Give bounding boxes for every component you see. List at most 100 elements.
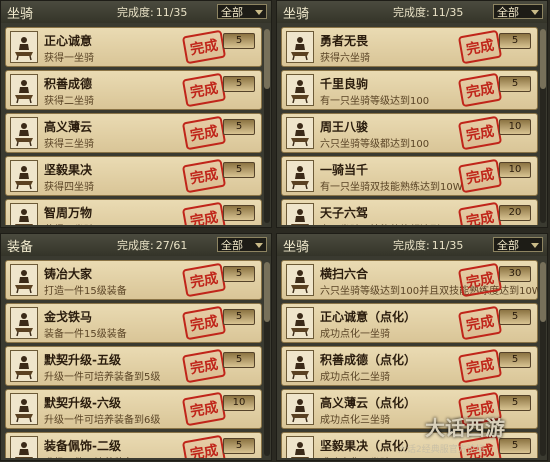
progress-label: 完成度: (117, 6, 154, 19)
achievement-points: 10 (499, 119, 531, 135)
mount-rider-icon (286, 350, 314, 382)
achievement-row[interactable]: 周王八骏 六只坐骑等级都达到100 完成 10 (281, 113, 538, 153)
achievement-row[interactable]: 金戈铁马 装备一件15级装备 完成 5 (5, 303, 262, 343)
achievement-points: 5 (223, 205, 255, 221)
panel-title: 坐骑 (283, 239, 310, 255)
achievement-points: 5 (223, 33, 255, 49)
scrollbar[interactable] (264, 29, 270, 223)
achievement-row[interactable]: 默契升级-五级 升级一件可培养装备到5级 完成 5 (5, 346, 262, 386)
achievement-points: 5 (223, 119, 255, 135)
achievement-points: 5 (499, 395, 531, 411)
scrollbar[interactable] (540, 29, 546, 223)
achievement-name: 千里良驹 (320, 77, 369, 91)
achievement-name: 默契升级-五级 (44, 353, 121, 367)
scrollbar[interactable] (264, 262, 270, 456)
filter-dropdown[interactable]: 全部 (493, 237, 543, 252)
progress-value: 11/35 (431, 238, 464, 252)
mount-rider-icon (286, 264, 314, 296)
completed-stamp: 完成 (181, 391, 227, 427)
achievement-row[interactable]: 正心诚意（点化） 成功点化一坐骑 完成 5 (281, 303, 538, 343)
achievement-row[interactable]: 坚毅果决 获得四坐骑 完成 5 (5, 156, 262, 196)
achievement-desc: 获得五坐骑 (44, 221, 94, 225)
mount-rider-icon (286, 160, 314, 192)
achievement-row[interactable]: 横扫六合 六只坐骑等级达到100并且双技能熟练度达到10W 完成 30 (281, 260, 538, 300)
achievement-desc: 获得二坐骑 (44, 96, 94, 107)
achievement-desc: 成功点化二坐骑 (320, 372, 390, 383)
achievement-row[interactable]: 铸冶大家 打造一件15级装备 完成 5 (5, 260, 262, 300)
achievement-row[interactable]: 积善成德（点化） 成功点化二坐骑 完成 5 (281, 346, 538, 386)
scrollbar-thumb[interactable] (264, 29, 270, 89)
mount-rider-icon (10, 350, 38, 382)
filter-dropdown[interactable]: 全部 (217, 4, 267, 19)
achievement-points: 5 (499, 309, 531, 325)
achievement-row[interactable]: 正心诚意 获得一坐骑 完成 5 (5, 27, 262, 67)
achievement-row[interactable]: 高义薄云 获得三坐骑 完成 5 (5, 113, 262, 153)
achievement-points: 20 (499, 205, 531, 221)
achievement-list: 铸冶大家 打造一件15级装备 完成 5 金戈铁马 装备一件15级装备 完成 5 默契升级-五级升… (5, 260, 262, 458)
progress-label: 完成度: (393, 239, 430, 252)
completed-stamp: 完成 (181, 29, 227, 65)
achievement-row[interactable]: 天子六驾六只坐骑双技能熟练都达到10W完成20 (281, 199, 538, 225)
mount-rider-icon (286, 31, 314, 63)
mount-rider-icon (10, 264, 38, 296)
achievement-name: 默契升级-六级 (44, 396, 121, 410)
progress-value: 27/61 (155, 238, 188, 252)
achievement-desc: 成功点化三坐骑 (320, 415, 390, 426)
completed-stamp: 完成 (181, 158, 227, 194)
scrollbar-thumb[interactable] (540, 29, 546, 89)
achievement-name: 横扫六合 (320, 267, 369, 281)
achievement-row[interactable]: 勇者无畏 获得六坐骑 完成 5 (281, 27, 538, 67)
achievement-name: 积善成德（点化） (320, 353, 417, 367)
achievement-row[interactable]: 默契升级-六级 升级一件可培养装备到6级 完成 10 (5, 389, 262, 429)
mount-rider-icon (286, 393, 314, 425)
achievement-desc: 六只坐骑等级达到100并且双技能熟练度达到10W (320, 286, 538, 297)
watermark-logo: 大话西游 (425, 416, 505, 440)
panel-header: 装备 完成度: 27/61 全部 (1, 234, 271, 256)
achievement-points: 5 (499, 352, 531, 368)
progress-label: 完成度: (117, 239, 154, 252)
achievement-desc: 装备一件15级装备 (44, 329, 127, 340)
achievement-row[interactable]: 积善成德 获得二坐骑 完成 5 (5, 70, 262, 110)
completed-stamp: 完成 (181, 72, 227, 108)
achievement-points: 5 (223, 76, 255, 92)
filter-dropdown[interactable]: 全部 (493, 4, 543, 19)
panel-mount-1: 坐骑 完成度: 11/35 全部 正心诚意 获得一坐骑 完成 5 积善成德 获得二坐骑 完成 5 高义薄… (0, 0, 272, 228)
achievement-name: 坚毅果决 (44, 163, 93, 177)
achievement-row[interactable]: 一骑当千 有一只坐骑双技能熟练达到10W 完成 10 (281, 156, 538, 196)
achievement-desc: 成功点化四坐骑 (320, 454, 390, 458)
achievement-desc: 升级一件可培养装备 (44, 454, 134, 458)
achievement-desc: 六只坐骑等级都达到100 (320, 139, 430, 150)
panel-header: 坐骑 完成度: 11/35 全部 (277, 1, 547, 23)
mount-rider-icon (10, 160, 38, 192)
completed-stamp: 完成 (181, 201, 227, 225)
achievement-name: 正心诚意（点化） (320, 310, 417, 324)
scrollbar-thumb[interactable] (264, 262, 270, 322)
mount-rider-icon (10, 203, 38, 225)
scrollbar-thumb[interactable] (540, 262, 546, 322)
panel-title: 坐骑 (7, 6, 34, 22)
mount-rider-icon (286, 117, 314, 149)
watermark-text: 大话2经典服官方论坛 (398, 445, 485, 455)
completed-stamp: 完成 (457, 115, 503, 151)
scrollbar[interactable] (540, 262, 546, 456)
mount-rider-icon (10, 31, 38, 63)
achievement-row[interactable]: 装备佩饰-二级升级一件可培养装备 完成5 (5, 432, 262, 458)
mount-rider-icon (286, 307, 314, 339)
panel-mount-3: 坐骑 完成度: 11/35 全部横扫六合六只坐骑等级达到100并且双技能熟练度达到10… (276, 233, 548, 461)
filter-dropdown[interactable]: 全部 (217, 237, 267, 252)
achievement-name: 一骑当千 (320, 163, 369, 177)
completed-stamp: 完成 (457, 29, 503, 65)
achievement-desc: 获得六坐骑 (320, 53, 370, 64)
achievement-name: 装备佩饰-二级 (44, 439, 121, 453)
progress-label: 完成度: (393, 6, 430, 19)
achievement-row[interactable]: 智周万物获得五坐骑 完成5 (5, 199, 262, 225)
completed-stamp: 完成 (457, 201, 503, 225)
achievement-list: 正心诚意 获得一坐骑 完成 5 积善成德 获得二坐骑 完成 5 高义薄云 获得三坐骑 完成 5 坚毅果决… (5, 27, 262, 225)
mount-rider-icon (10, 74, 38, 106)
achievement-row[interactable]: 千里良驹 有一只坐骑等级达到100 完成 5 (281, 70, 538, 110)
mount-rider-icon (10, 436, 38, 458)
achievement-name: 勇者无畏 (320, 34, 369, 48)
completed-stamp: 完成 (181, 348, 227, 384)
mount-rider-icon (286, 203, 314, 225)
completed-stamp: 完成 (181, 305, 227, 341)
